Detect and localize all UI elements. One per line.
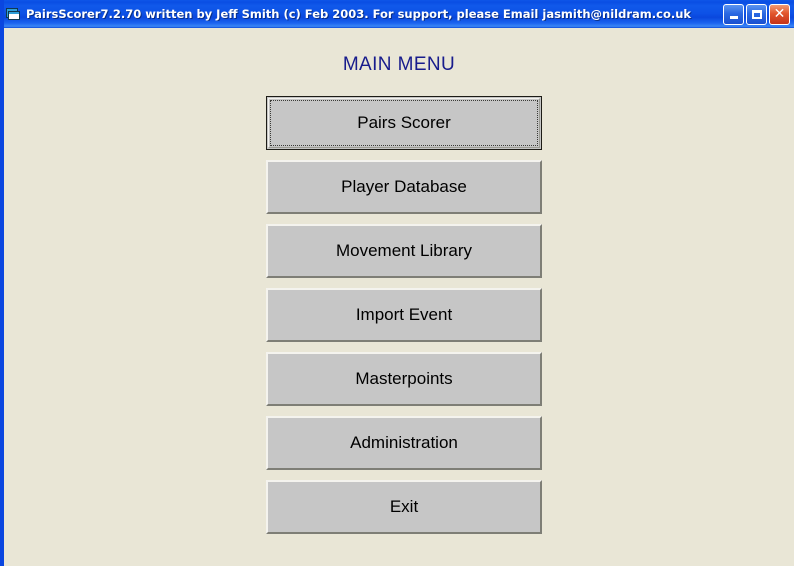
- menu-button-label: Movement Library: [335, 241, 473, 260]
- menu-button-masterpoints[interactable]: Masterpoints: [266, 352, 542, 406]
- menu-button-label: Player Database: [341, 177, 467, 196]
- menu-button-movement-library[interactable]: Movement Library: [266, 224, 542, 278]
- form-window-icon[interactable]: [5, 6, 21, 22]
- form-window-icon-front: [8, 11, 20, 20]
- maximize-button[interactable]: [746, 3, 767, 25]
- menu-button-administration[interactable]: Administration: [266, 416, 542, 470]
- close-icon: ✕: [773, 6, 786, 22]
- menu-button-exit[interactable]: Exit: [266, 480, 542, 534]
- window-title: PairsScorer7.2.70 written by Jeff Smith …: [26, 7, 692, 21]
- menu-button-import-event[interactable]: Import Event: [266, 288, 542, 342]
- menu-button-player-database[interactable]: Player Database: [266, 160, 542, 214]
- caption-button-group: ✕: [723, 3, 790, 25]
- close-button[interactable]: ✕: [769, 3, 790, 25]
- menu-button-label: Administration: [350, 433, 458, 452]
- application-window: PairsScorer7.2.70 written by Jeff Smith …: [0, 0, 794, 566]
- main-menu-button-list: Pairs Scorer Player Database Movement Li…: [266, 96, 542, 544]
- menu-button-label: Exit: [389, 497, 419, 516]
- menu-button-label: Pairs Scorer: [357, 113, 451, 132]
- menu-button-label: Masterpoints: [355, 369, 453, 388]
- menu-button-label: Import Event: [355, 305, 453, 324]
- client-area: MAIN MENU Pairs Scorer Player Database M…: [4, 28, 794, 566]
- minimize-button[interactable]: [723, 3, 744, 25]
- maximize-icon: [751, 9, 762, 19]
- menu-button-pairs-scorer[interactable]: Pairs Scorer: [266, 96, 542, 150]
- title-bar[interactable]: PairsScorer7.2.70 written by Jeff Smith …: [4, 0, 794, 28]
- minimize-icon: [729, 16, 738, 19]
- page-title: MAIN MENU: [342, 54, 456, 75]
